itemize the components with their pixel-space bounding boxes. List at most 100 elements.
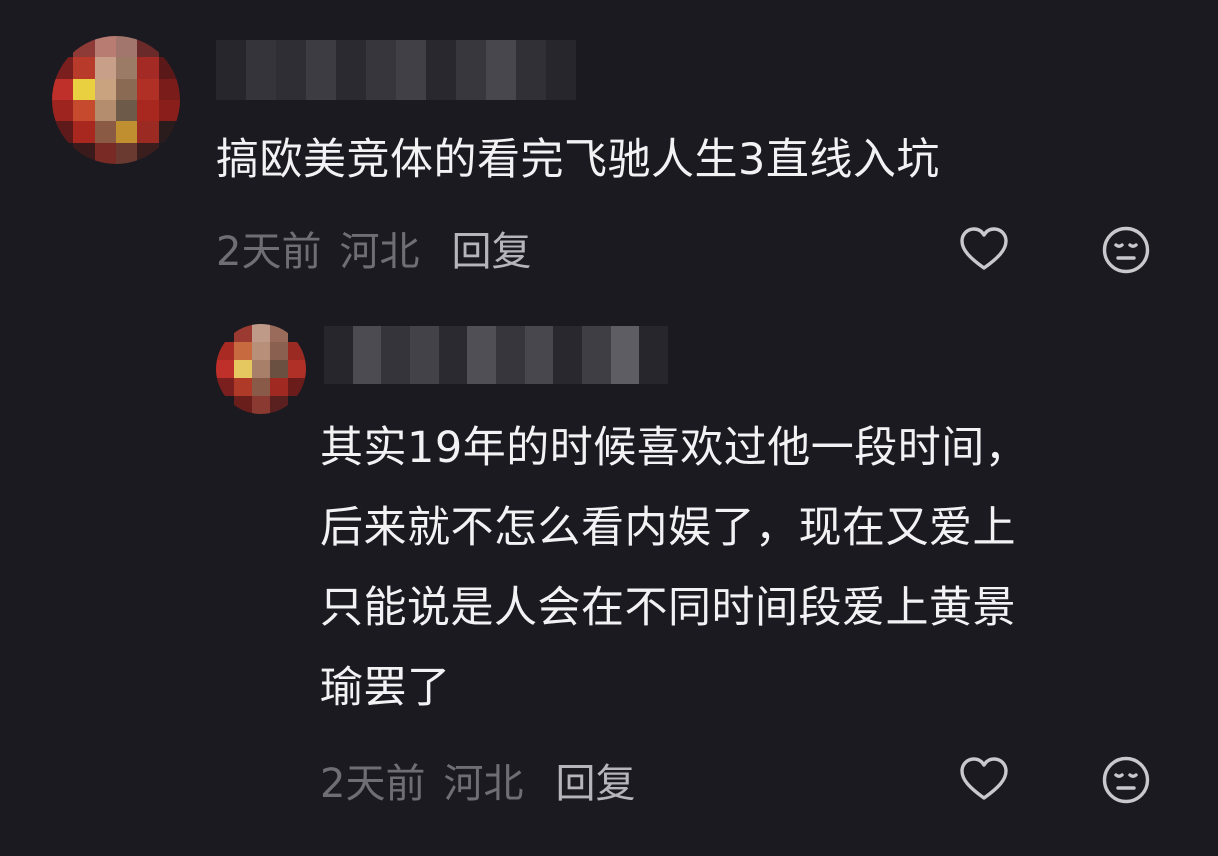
- comment-location: 河北: [443, 761, 524, 807]
- avatar-pixel: [94, 121, 116, 143]
- avatar-pixel: [116, 57, 138, 79]
- avatar-pixel: [137, 78, 159, 100]
- comment-location: 河北: [339, 229, 420, 275]
- avatar-pixel: [158, 36, 180, 58]
- avatar-pixel: [234, 324, 252, 342]
- avatar-pixel: [94, 36, 116, 58]
- avatar-pixel: [252, 324, 270, 342]
- avatar-pixel: [73, 100, 95, 122]
- comment-meta: 2天前 河北 回复: [320, 750, 635, 810]
- avatar-pixel: [137, 121, 159, 143]
- avatar-pixel: [158, 121, 180, 143]
- username-blur-block: [246, 40, 276, 100]
- avatar-pixel: [216, 342, 234, 360]
- avatar-pixel: [216, 360, 234, 378]
- comment-time: 2天前: [320, 761, 426, 807]
- avatar-pixel: [234, 396, 252, 414]
- avatar-pixel: [137, 100, 159, 122]
- username-blur-block: [546, 40, 576, 100]
- username-blur-block: [467, 326, 497, 384]
- avatar-pixel: [94, 78, 116, 100]
- comment-thread: 搞欧美竞体的看完飞驰人生3直线入坑 2天前 河北 回复 其实19年的时候喜欢过他…: [0, 0, 1218, 856]
- avatar-pixel: [234, 360, 252, 378]
- reply-comment-text: 其实19年的时候喜欢过他一段时间， 后来就不怎么看内娱了，现在又爱上 只能说是人…: [320, 423, 1029, 713]
- avatar-pixel: [52, 100, 74, 122]
- avatar-pixel: [73, 142, 95, 164]
- heart-outline-icon[interactable]: [958, 224, 1010, 276]
- avatar-pixel: [94, 57, 116, 79]
- heart-outline-icon[interactable]: [958, 754, 1010, 806]
- reply-button[interactable]: 回复: [555, 751, 635, 809]
- avatar-pixel: [288, 342, 306, 360]
- username-blur-block: [516, 40, 546, 100]
- username-blur-block: [553, 326, 583, 384]
- avatar-pixel: [234, 378, 252, 396]
- avatar-pixel: [116, 78, 138, 100]
- avatar-pixel: [270, 342, 288, 360]
- avatar-pixel: [52, 121, 74, 143]
- username-blur-block: [324, 326, 353, 384]
- avatar-pixel: [158, 78, 180, 100]
- comment-time: 2天前: [216, 229, 322, 275]
- username-blur-block: [336, 40, 366, 100]
- avatar[interactable]: [52, 36, 180, 164]
- avatar-pixel: [158, 57, 180, 79]
- username-blur-block: [496, 326, 525, 384]
- avatar-pixel: [252, 360, 270, 378]
- avatar-pixel: [288, 324, 306, 342]
- reply-button[interactable]: 回复: [451, 219, 531, 277]
- avatar-pixel: [94, 142, 116, 164]
- username-blur-block: [582, 326, 611, 384]
- avatar-pixel: [52, 142, 74, 164]
- comment-text: 搞欧美竞体的看完飞驰人生3直线入坑: [216, 135, 940, 185]
- avatar-pixel: [288, 396, 306, 414]
- avatar-pixel: [270, 396, 288, 414]
- avatar-pixel: [252, 342, 270, 360]
- username-blur-block: [366, 40, 396, 100]
- avatar-pixel: [116, 36, 138, 58]
- username-blur-block: [639, 326, 669, 384]
- avatar-pixel: [270, 378, 288, 396]
- avatar-pixel: [216, 324, 234, 342]
- avatar-pixel: [216, 378, 234, 396]
- avatar-pixel: [73, 78, 95, 100]
- username-blur-block: [396, 40, 426, 100]
- avatar-pixel: [116, 121, 138, 143]
- avatar-pixel: [73, 36, 95, 58]
- avatar-pixel: [252, 396, 270, 414]
- username-blur-block: [276, 40, 306, 100]
- avatar-pixel: [116, 142, 138, 164]
- username-blur-block: [306, 40, 336, 100]
- username-blurred[interactable]: [324, 326, 669, 384]
- avatar-pixel: [216, 396, 234, 414]
- avatar-pixel: [137, 36, 159, 58]
- avatar-pixel: [137, 57, 159, 79]
- avatar-pixel: [94, 100, 116, 122]
- username-blur-block: [610, 326, 640, 384]
- username-blur-block: [216, 40, 246, 100]
- username-blur-block: [524, 326, 554, 384]
- avatar-pixel: [52, 57, 74, 79]
- avatar-pixel: [137, 142, 159, 164]
- username-blur-block: [381, 326, 411, 384]
- avatar-pixel: [270, 360, 288, 378]
- username-blurred[interactable]: [216, 40, 576, 100]
- comment-meta: 2天前 河北 回复: [216, 218, 531, 278]
- avatar-pixel: [52, 78, 74, 100]
- username-blur-block: [486, 40, 516, 100]
- username-blur-block: [438, 326, 468, 384]
- avatar-pixel: [52, 36, 74, 58]
- meh-face-icon[interactable]: [1100, 224, 1152, 276]
- avatar-pixel: [116, 100, 138, 122]
- avatar-pixel: [73, 121, 95, 143]
- avatar-pixel: [158, 100, 180, 122]
- avatar-pixel: [288, 360, 306, 378]
- meh-face-icon[interactable]: [1100, 754, 1152, 806]
- avatar-pixel: [270, 324, 288, 342]
- username-blur-block: [410, 326, 439, 384]
- username-blur-block: [456, 40, 486, 100]
- avatar-pixel: [73, 57, 95, 79]
- avatar-pixel: [158, 142, 180, 164]
- avatar-pixel: [252, 378, 270, 396]
- avatar[interactable]: [216, 324, 306, 414]
